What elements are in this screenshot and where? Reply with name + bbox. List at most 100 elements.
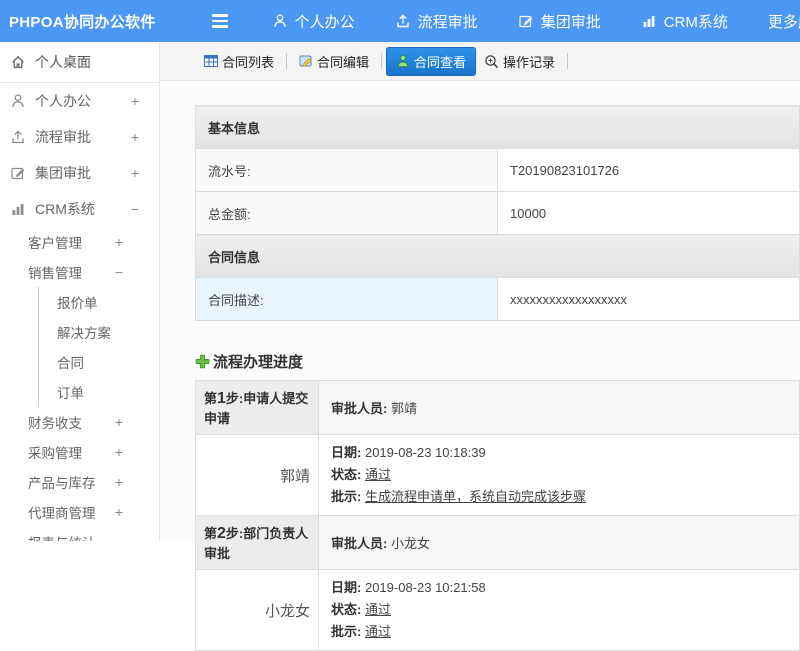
top-menu: 个人办公 流程审批 集团审批 CRM系统 更多应用 [272, 11, 800, 32]
person-icon [10, 93, 26, 109]
field-label: 合同描述: [195, 277, 498, 321]
sidebar-item-label: CRM系统 [35, 201, 95, 217]
expand-plus-icon[interactable]: + [131, 165, 139, 181]
progress-section-title: 流程办理进度 [195, 351, 800, 372]
top-menu-crm[interactable]: CRM系统 [641, 11, 728, 32]
sidebar-item-group-approval[interactable]: 集团审批 + [0, 155, 159, 191]
detail-status: 通过 [364, 602, 391, 617]
step-detail-cell: 日期: 2019-08-23 10:21:58 状态: 通过 批示: 通过 [318, 569, 800, 651]
step-detail-cell: 日期: 2019-08-23 10:18:39 状态: 通过 批示: 生成流程申… [318, 434, 800, 516]
detail-comment-line: 批示: 生成流程申请单，系统自动完成该步骤 [331, 489, 586, 504]
tab-label: 合同查看 [414, 54, 467, 70]
sidebar-item-agent-mgmt[interactable]: 代理商管理 + [0, 497, 159, 527]
sidebar-item-crm[interactable]: CRM系统 − [0, 191, 159, 227]
sidebar-item-order[interactable]: 订单 [39, 377, 159, 407]
top-menu-more-apps[interactable]: 更多应用 [768, 11, 800, 32]
detail-status: 通过 [364, 467, 391, 482]
sidebar-item-label: 产品与库存 [28, 476, 96, 491]
sidebar-item-sales-mgmt[interactable]: 销售管理 − [0, 257, 159, 287]
tab-contract-list[interactable]: 合同列表 [196, 48, 282, 75]
hamburger-menu-icon[interactable] [211, 14, 228, 28]
approver-name: 小龙女 [390, 536, 430, 551]
table-row: 总金额: 10000 [195, 191, 800, 235]
process-approval-icon [10, 129, 26, 145]
detail-date: 2019-08-23 10:21:58 [364, 580, 486, 595]
step-approver-cell: 审批人员: 郭靖 [318, 380, 800, 435]
detail-comment-line: 批示: 通过 [331, 624, 391, 639]
step-header-row: 第2步:部门负责人审批 审批人员: 小龙女 [195, 515, 800, 570]
expand-plus-icon[interactable]: + [115, 414, 123, 430]
top-menu-label: 更多应用 [767, 13, 800, 31]
collapse-minus-icon[interactable]: − [115, 264, 123, 280]
sidebar-item-product-inventory[interactable]: 产品与库存 + [0, 467, 159, 497]
approver-label: 审批人员: [331, 536, 388, 551]
sidebar-item-label: 个人桌面 [35, 54, 91, 70]
sidebar-item-label: 解决方案 [57, 326, 111, 341]
expand-plus-icon[interactable]: + [115, 444, 123, 460]
process-approval-icon [395, 13, 411, 29]
detail-date-line: 日期: 2019-08-23 10:18:39 [331, 445, 486, 460]
sidebar-item-label: 报价单 [57, 296, 98, 311]
sidebar-item-customer-mgmt[interactable]: 客户管理 + [0, 227, 159, 257]
detail-date: 2019-08-23 10:18:39 [364, 445, 486, 460]
field-label: 总金额: [195, 191, 498, 235]
sidebar-item-label: 财务收支 [28, 416, 82, 431]
sidebar-item-label: 合同 [57, 356, 84, 371]
collapse-minus-icon[interactable]: − [131, 201, 139, 217]
table-row: 合同描述: xxxxxxxxxxxxxxxxxx [195, 277, 800, 321]
top-menu-label: 集团审批 [540, 13, 601, 31]
top-menu-label: CRM系统 [663, 13, 728, 31]
sidebar-item-reports[interactable]: 报表与统计 [0, 527, 159, 541]
expand-plus-icon[interactable]: + [131, 93, 139, 109]
step-label: 第2步:部门负责人审批 [195, 515, 319, 570]
sidebar-item-quotation[interactable]: 报价单 [39, 287, 159, 317]
expand-plus-icon[interactable]: + [115, 234, 123, 250]
step-header-row: 第1步:申请人提交申请 审批人员: 郭靖 [195, 380, 800, 435]
step-number: 2 [217, 525, 226, 542]
bar-chart-icon [10, 201, 26, 217]
sidebar-item-contract[interactable]: 合同 [39, 347, 159, 377]
sidebar-item-label: 报表与统计 [28, 532, 96, 541]
magnifier-plus-icon [484, 54, 499, 69]
contract-info-table: 基本信息 流水号: T20190823101726 总金额: 10000 合同信… [195, 105, 800, 321]
sidebar-item-purchase[interactable]: 采购管理 + [0, 437, 159, 467]
expand-plus-icon[interactable]: + [115, 504, 123, 520]
tab-label: 合同编辑 [317, 54, 370, 70]
edit-icon [10, 165, 26, 181]
expand-plus-icon[interactable]: + [131, 129, 139, 145]
sidebar-item-personal-office[interactable]: 个人办公 + [0, 83, 159, 119]
bar-chart-icon [641, 13, 657, 29]
top-menu-personal-office[interactable]: 个人办公 [272, 11, 355, 32]
sidebar-item-solution[interactable]: 解决方案 [39, 317, 159, 347]
progress-table: 第1步:申请人提交申请 审批人员: 郭靖 郭靖 日期: 2019-08-23 1… [195, 380, 800, 651]
section-title: 合同信息 [195, 234, 800, 278]
sidebar-item-label: 个人办公 [35, 93, 91, 109]
sidebar-item-finance[interactable]: 财务收支 + [0, 407, 159, 437]
home-icon [10, 54, 26, 70]
step-detail-row: 小龙女 日期: 2019-08-23 10:21:58 状态: 通过 批示: 通… [195, 569, 800, 651]
person-icon [272, 13, 288, 29]
tab-contract-view[interactable]: 合同查看 [386, 46, 477, 76]
section-header-basic-info: 基本信息 [195, 105, 800, 149]
tab-separator [567, 53, 569, 69]
sidebar-item-label: 客户管理 [28, 236, 82, 251]
sidebar-item-desktop[interactable]: 个人桌面 [0, 42, 159, 83]
sidebar-item-process-approval[interactable]: 流程审批 + [0, 119, 159, 155]
expand-plus-icon[interactable]: + [115, 474, 123, 490]
tab-separator [286, 53, 288, 69]
sidebar-sales-submenu: 报价单 解决方案 合同 订单 [38, 287, 159, 407]
tab-label: 合同列表 [222, 54, 275, 70]
detail-comment: 通过 [364, 624, 391, 639]
tab-operation-log[interactable]: 操作记录 [476, 48, 563, 75]
top-menu-process-approval[interactable]: 流程审批 [395, 11, 478, 32]
step-approver-cell: 审批人员: 小龙女 [318, 515, 800, 570]
tab-contract-edit[interactable]: 合同编辑 [291, 48, 377, 75]
main-area: 合同列表 合同编辑 合同查看 操作记录 基本信息 流水号: T201908231… [160, 42, 800, 651]
top-menu-group-approval[interactable]: 集团审批 [518, 11, 601, 32]
detail-status-line: 状态: 通过 [331, 602, 391, 617]
field-value-contract-description: xxxxxxxxxxxxxxxxxx [497, 277, 800, 321]
sidebar-item-label: 流程审批 [35, 129, 91, 145]
table-grid-icon [204, 54, 218, 68]
tab-separator [381, 53, 383, 69]
section-header-contract-info: 合同信息 [195, 234, 800, 278]
